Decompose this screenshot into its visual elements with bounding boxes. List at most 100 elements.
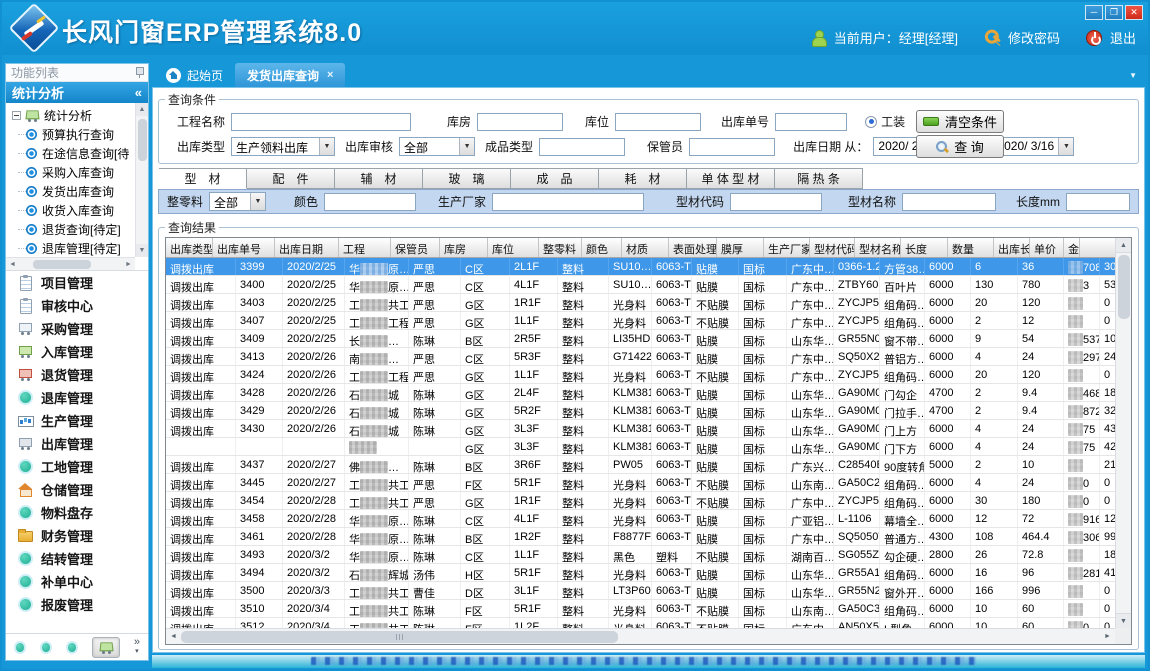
table-row[interactable]: 调拨出库 3400 2020/2/25 华原… 严思 C区 4L1F 整料 SU… <box>166 276 1115 294</box>
footer-dot-icon[interactable] <box>40 641 52 654</box>
table-row[interactable]: 调拨出库 3413 2020/2/26 南… 严思 C区 5R3F 整料 G71… <box>166 348 1115 366</box>
table-row[interactable]: 调拨出库 3403 2020/2/25 工共工程 严思 G区 1R1F 整料 光… <box>166 294 1115 312</box>
sidebar-nav-item[interactable]: 入库管理 <box>6 340 148 363</box>
tree-item[interactable]: 收货入库查询 <box>12 201 148 220</box>
table-header-cell[interactable]: 保管员 <box>391 238 440 257</box>
scroll-left-icon[interactable]: ◄ <box>166 633 181 640</box>
outbound-type-select[interactable]: 生产领料出库▼ <box>231 137 335 156</box>
table-row[interactable]: 调拨出库 3500 2020/3/3 工共工程 曹佳 D区 3L1F 整料 LT… <box>166 582 1115 600</box>
logout-link[interactable]: 退出 <box>1110 28 1136 47</box>
table-header-cell[interactable]: 库房 <box>440 238 488 257</box>
sidebar-nav-item[interactable]: 报废管理 <box>6 593 148 616</box>
table-header-cell[interactable]: 出库类型 <box>166 238 213 257</box>
table-row[interactable]: 调拨出库 3454 2020/2/28 工共工程 严思 G区 1R1F 整料 光… <box>166 492 1115 510</box>
table-header-cell[interactable]: 工程 <box>339 238 391 257</box>
footer-dot-icon[interactable] <box>14 641 26 654</box>
table-header-cell[interactable]: 型材名称 <box>855 238 901 257</box>
material-tab[interactable]: 耗 材 <box>599 168 687 189</box>
table-header-cell[interactable]: 颜色 <box>582 238 622 257</box>
table-row[interactable]: 调拨出库 3445 2020/2/27 工共工程 严思 F区 5R1F 整料 光… <box>166 474 1115 492</box>
table-header-cell[interactable]: 长度 <box>901 238 948 257</box>
tree-item[interactable]: 退货查询[待定] <box>12 220 148 239</box>
table-header-cell[interactable]: 单价 <box>1030 238 1064 257</box>
maximize-button[interactable]: ❐ <box>1105 5 1123 20</box>
table-row[interactable]: G区 3L3F 整料 KLM3817 6063-T5 贴膜 国标 山东华… GA… <box>166 438 1115 456</box>
clear-conditions-button[interactable]: 清空条件 <box>916 110 1004 133</box>
color-input[interactable] <box>324 193 416 211</box>
collapse-icon[interactable]: « <box>135 85 142 100</box>
manufacturer-input[interactable] <box>492 193 644 211</box>
table-row[interactable]: 调拨出库 3461 2020/2/28 华原… 陈琳 B区 1R2F 整料 F8… <box>166 528 1115 546</box>
table-header-cell[interactable]: 生产厂家 <box>764 238 810 257</box>
tree-horizontal-scrollbar[interactable]: ◄ ► <box>6 257 135 270</box>
footer-more-button[interactable]: »▾ <box>134 638 140 656</box>
footer-cart-button[interactable] <box>92 637 119 658</box>
scrollbar-thumb[interactable] <box>138 119 147 161</box>
radio-gongzhuang[interactable] <box>865 116 877 128</box>
sidebar-nav-item[interactable]: 生产管理 <box>6 409 148 432</box>
scroll-up-icon[interactable]: ▲ <box>136 103 149 116</box>
scroll-down-icon[interactable]: ▼ <box>1116 613 1132 628</box>
sidebar-nav-item[interactable]: 财务管理 <box>6 524 148 547</box>
table-row[interactable]: 调拨出库 3493 2020/3/2 华原… 陈琳 C区 1L1F 整料 黑色 <box>166 546 1115 564</box>
sidebar-nav-item[interactable]: 采购管理 <box>6 317 148 340</box>
material-tab[interactable]: 玻 璃 <box>423 168 511 189</box>
tab-close-icon[interactable]: × <box>327 69 333 81</box>
location-input[interactable] <box>615 113 701 131</box>
product-type-input[interactable] <box>539 138 625 156</box>
scrollbar-thumb[interactable] <box>181 631 618 643</box>
warehouse-input[interactable] <box>477 113 563 131</box>
sidebar-nav-item[interactable]: 仓储管理 <box>6 478 148 501</box>
tree-item[interactable]: 预算执行查询 <box>12 125 148 144</box>
length-input[interactable] <box>1066 193 1130 211</box>
tree-root-node[interactable]: 统计分析 <box>12 106 148 125</box>
minimize-button[interactable]: ─ <box>1085 5 1103 20</box>
close-button[interactable]: ✕ <box>1125 5 1143 20</box>
table-header-cell[interactable]: 整零料 <box>539 238 582 257</box>
table-header-cell[interactable]: 出库长度 <box>994 238 1030 257</box>
table-row[interactable]: 调拨出库 3424 2020/2/26 工工程 严思 G区 1L1F 整料 光身… <box>166 366 1115 384</box>
pin-icon[interactable] <box>135 67 143 78</box>
change-password-link[interactable]: 修改密码 <box>1008 28 1060 47</box>
sidebar-nav-item[interactable]: 工地管理 <box>6 455 148 478</box>
table-row[interactable]: 调拨出库 3458 2020/2/28 华原… 陈琳 C区 4L1F 整料 光身… <box>166 510 1115 528</box>
material-tab[interactable]: 单 体 型 材 <box>687 168 775 189</box>
tree-item[interactable]: 退库管理[待定] <box>12 239 148 258</box>
sidebar-nav-item[interactable]: 物料盘存 <box>6 501 148 524</box>
scroll-right-icon[interactable]: ► <box>1100 633 1115 640</box>
project-name-input[interactable] <box>231 113 411 131</box>
sidebar-nav-item[interactable]: 补单中心 <box>6 570 148 593</box>
scroll-left-icon[interactable]: ◄ <box>6 261 19 268</box>
table-row[interactable]: 调拨出库 3429 2020/2/26 石城 陈琳 G区 5R2F 整料 KLM… <box>166 402 1115 420</box>
sidebar-nav-item[interactable]: 退货管理 <box>6 363 148 386</box>
tab-shipping-outbound-query[interactable]: 发货出库查询 × <box>235 63 345 87</box>
table-row[interactable]: 调拨出库 3510 2020/3/4 工共工程 陈琳 F区 5R1F 整料 光身… <box>166 600 1115 618</box>
table-header-cell[interactable]: 数量 <box>948 238 994 257</box>
sidebar-nav-item[interactable]: 审核中心 <box>6 294 148 317</box>
table-row[interactable]: 调拨出库 3407 2020/2/25 工工程 严思 G区 1L1F 整料 光身… <box>166 312 1115 330</box>
scroll-right-icon[interactable]: ► <box>122 261 135 268</box>
table-header-cell[interactable]: 材质 <box>622 238 669 257</box>
table-header-cell[interactable]: 库位 <box>488 238 539 257</box>
table-header-cell[interactable]: 出库日期 <box>275 238 339 257</box>
table-vertical-scrollbar[interactable]: ▲ ▼ <box>1115 238 1131 628</box>
table-row[interactable]: 调拨出库 3494 2020/3/2 石辉城 汤伟 H区 5R1F 整料 光身料 <box>166 564 1115 582</box>
tree-item[interactable]: 发货出库查询 <box>12 182 148 201</box>
table-header-cell[interactable]: 型材代码 <box>810 238 855 257</box>
tabbar-caret-icon[interactable]: ▼ <box>1129 71 1137 80</box>
table-header-cell[interactable]: 出库单号 <box>213 238 275 257</box>
tab-home[interactable]: 起始页 <box>154 63 235 87</box>
table-row[interactable]: 调拨出库 3399 2020/2/25 华原… 严思 C区 2L1F 整料 SU… <box>166 258 1115 276</box>
material-tab[interactable]: 隔 热 条 <box>775 168 863 189</box>
scrollbar-thumb[interactable] <box>33 260 91 269</box>
profile-code-input[interactable] <box>730 193 822 211</box>
whole-part-select[interactable]: 全部▼ <box>209 192 266 211</box>
scroll-up-icon[interactable]: ▲ <box>1116 238 1132 253</box>
search-button[interactable]: 查 询 <box>916 135 1004 158</box>
sidebar-nav-item[interactable]: 结转管理 <box>6 547 148 570</box>
sidebar-nav-item[interactable]: 项目管理 <box>6 271 148 294</box>
table-horizontal-scrollbar[interactable]: ◄ ► <box>166 628 1115 644</box>
material-tab[interactable]: 型 材 <box>159 168 247 189</box>
table-row[interactable]: 调拨出库 3430 2020/2/26 石城 陈琳 G区 3L3F 整料 KLM… <box>166 420 1115 438</box>
table-row[interactable]: 调拨出库 3428 2020/2/26 石城 陈琳 G区 2L4F 整料 KLM… <box>166 384 1115 402</box>
